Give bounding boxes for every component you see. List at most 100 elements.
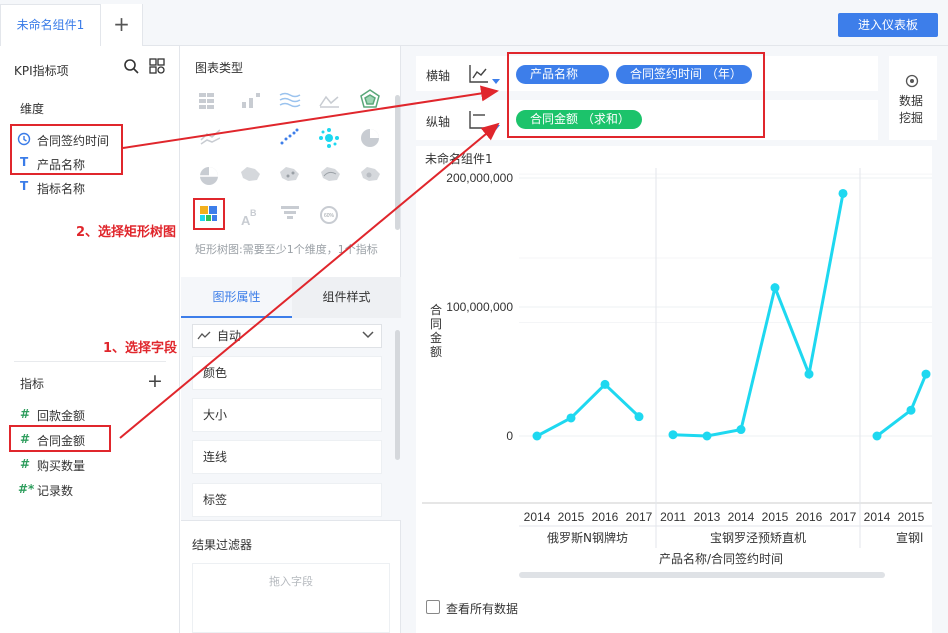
data-point — [668, 430, 678, 440]
x-tick-label: 2017 — [626, 510, 653, 524]
number-type-icon: #* — [18, 482, 35, 496]
search-icon[interactable] — [123, 58, 139, 74]
x-tick-label: 2016 — [592, 510, 619, 524]
x-tick-label: 2015 — [898, 510, 925, 524]
scatter-icon — [280, 128, 299, 145]
pie-icon — [361, 129, 379, 147]
dimensions-title: 维度 — [20, 102, 45, 116]
x-tick-label: 2015 — [558, 510, 585, 524]
x-axis-chart-icon[interactable] — [468, 63, 504, 85]
divider — [181, 520, 401, 521]
radar-icon — [360, 89, 380, 108]
area-icon — [319, 95, 339, 108]
number-type-icon: # — [20, 457, 31, 471]
data-point — [566, 413, 576, 423]
table-icon — [199, 93, 214, 109]
top-bar: 未命名组件1 + 进入仪表板 — [0, 0, 948, 46]
prop-size[interactable]: 大小 — [192, 398, 382, 432]
show-all-checkbox[interactable] — [426, 600, 440, 614]
x-tick-label: 2016 — [796, 510, 823, 524]
chevron-down-icon — [362, 331, 374, 339]
y-tick-label: 200,000,000 — [446, 171, 513, 185]
x-tick-label: 2014 — [728, 510, 755, 524]
x-axis-label: 横轴 — [426, 69, 451, 83]
data-point — [736, 425, 746, 435]
data-point — [600, 379, 610, 389]
y-tick-label: 0 — [506, 429, 513, 443]
data-mining-button[interactable]: 数据 挖掘 — [889, 56, 937, 140]
divider — [14, 361, 166, 362]
add-tab-button[interactable]: + — [101, 4, 143, 46]
bubble-icon — [319, 128, 339, 148]
dimension-item-metric-name[interactable]: 指标名称 — [37, 180, 85, 197]
show-all-label: 查看所有数据 — [446, 602, 519, 616]
highlight-treemap — [193, 198, 225, 230]
y-axis-label: 纵轴 — [426, 115, 451, 129]
y-tick-label: 100,000,000 — [446, 300, 513, 314]
chart-title: 未命名组件1 — [425, 152, 493, 166]
word-cloud-icon: BA — [241, 208, 257, 228]
prop-color[interactable]: 颜色 — [192, 356, 382, 390]
field-settings-icon[interactable] — [149, 58, 165, 74]
chart-types-scrollbar[interactable] — [395, 95, 400, 230]
highlight-axes — [507, 52, 765, 138]
tab-component-style[interactable]: 组件样式 — [292, 277, 401, 318]
enter-dashboard-button[interactable]: 进入仪表板 — [838, 13, 938, 37]
metrics-title: 指标 — [20, 377, 45, 391]
stacked-area-icon — [200, 129, 221, 145]
x-axis-title: 产品名称/合同签约时间 — [659, 551, 783, 566]
highlight-contract-amount — [9, 425, 111, 452]
tab-shape-properties[interactable]: 图形属性 — [181, 277, 292, 318]
highlight-contract-time — [10, 124, 123, 175]
y-axis-chart-icon[interactable] — [468, 109, 504, 131]
text-type-icon: T — [20, 179, 29, 193]
add-metric-icon[interactable]: + — [147, 370, 163, 392]
filter-drop-zone[interactable]: 拖入字段 — [192, 563, 390, 633]
data-point — [702, 431, 712, 441]
x-tick-label: 2017 — [830, 510, 857, 524]
chart-type-hint: 矩形树图:需要至少1个维度，1个指标 — [195, 243, 378, 256]
number-type-icon: # — [20, 407, 31, 421]
data-point — [532, 431, 542, 441]
metric-item-payment-amount[interactable]: 回款金额 — [37, 407, 85, 424]
group-label: 俄罗斯N钢牌坊 — [547, 530, 628, 545]
donut-icon — [200, 167, 218, 185]
line-mode-icon — [197, 331, 211, 340]
point-map-icon — [280, 167, 299, 181]
series-line — [536, 382, 641, 438]
line-chart: 200,000,000 100,000,000 0 合同金额 2014 2015 2016 2… — [422, 168, 932, 566]
funnel-icon — [281, 206, 299, 219]
svg-text:B: B — [250, 208, 257, 218]
chart-horizontal-scrollbar[interactable] — [519, 572, 885, 578]
panel-title: KPI指标项 — [14, 64, 69, 78]
svg-text:60%: 60% — [324, 213, 335, 219]
data-mining-icon — [905, 74, 919, 88]
annotation-step-1: 1、选择字段 — [103, 341, 178, 356]
map-icon — [241, 167, 260, 181]
gauge-icon: 60% — [320, 206, 338, 224]
flow-map-icon — [321, 167, 340, 181]
prop-label[interactable]: 标签 — [192, 483, 382, 517]
data-point — [906, 405, 916, 415]
metric-item-record-count[interactable]: 记录数 — [37, 482, 73, 499]
x-tick-label: 2015 — [762, 510, 789, 524]
chart-mode-select[interactable]: 自动 — [192, 324, 382, 348]
prop-line[interactable]: 连线 — [192, 440, 382, 474]
data-mining-label: 数据 挖掘 — [899, 94, 924, 125]
heat-map-icon — [361, 167, 380, 181]
group-label: 宣钢l — [896, 530, 923, 545]
x-tick-label: 2013 — [694, 510, 721, 524]
filter-title: 结果过滤器 — [192, 538, 253, 552]
metric-item-purchase-qty[interactable]: 购买数量 — [37, 457, 85, 474]
properties-scrollbar[interactable] — [395, 330, 400, 460]
annotation-step-2: 2、选择矩形树图 — [76, 225, 177, 240]
series-line — [672, 193, 845, 438]
data-point — [872, 431, 882, 441]
x-tick-label: 2014 — [864, 510, 891, 524]
y-axis-title: 合同金额 — [430, 302, 442, 359]
data-point — [634, 412, 644, 422]
data-point — [921, 369, 931, 379]
data-point — [770, 283, 780, 293]
tab-component-1[interactable]: 未命名组件1 — [0, 4, 101, 46]
svg-text:A: A — [241, 213, 251, 228]
